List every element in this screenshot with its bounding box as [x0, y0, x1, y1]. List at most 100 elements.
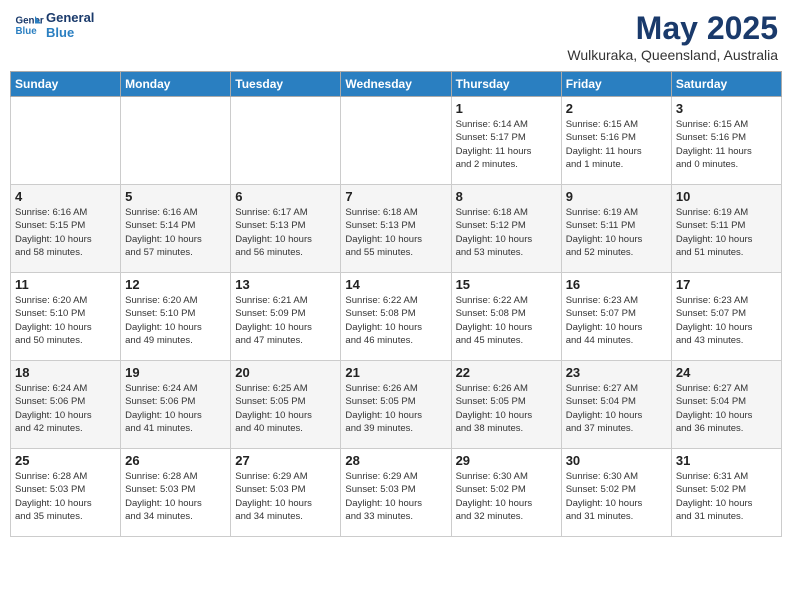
day-info: Sunrise: 6:30 AM Sunset: 5:02 PM Dayligh…: [566, 470, 667, 523]
day-info: Sunrise: 6:23 AM Sunset: 5:07 PM Dayligh…: [676, 294, 777, 347]
col-header-monday: Monday: [121, 72, 231, 97]
day-number: 4: [15, 189, 116, 204]
calendar-title: May 2025: [567, 10, 778, 47]
day-number: 7: [345, 189, 446, 204]
calendar-cell: 19 Sunrise: 6:24 AM Sunset: 5:06 PM Dayli…: [121, 361, 231, 449]
calendar-cell: 1 Sunrise: 6:14 AM Sunset: 5:17 PM Daylig…: [451, 97, 561, 185]
day-info: Sunrise: 6:20 AM Sunset: 5:10 PM Dayligh…: [125, 294, 226, 347]
day-number: 21: [345, 365, 446, 380]
day-info: Sunrise: 6:15 AM Sunset: 5:16 PM Dayligh…: [566, 118, 667, 171]
calendar-cell: [121, 97, 231, 185]
calendar-cell: [341, 97, 451, 185]
day-number: 16: [566, 277, 667, 292]
day-info: Sunrise: 6:24 AM Sunset: 5:06 PM Dayligh…: [125, 382, 226, 435]
day-number: 3: [676, 101, 777, 116]
day-info: Sunrise: 6:21 AM Sunset: 5:09 PM Dayligh…: [235, 294, 336, 347]
calendar-cell: 11 Sunrise: 6:20 AM Sunset: 5:10 PM Dayli…: [11, 273, 121, 361]
day-info: Sunrise: 6:23 AM Sunset: 5:07 PM Dayligh…: [566, 294, 667, 347]
calendar-cell: 25 Sunrise: 6:28 AM Sunset: 5:03 PM Dayli…: [11, 449, 121, 537]
day-number: 10: [676, 189, 777, 204]
calendar-cell: [11, 97, 121, 185]
day-number: 6: [235, 189, 336, 204]
day-number: 31: [676, 453, 777, 468]
calendar-cell: 28 Sunrise: 6:29 AM Sunset: 5:03 PM Dayli…: [341, 449, 451, 537]
day-number: 5: [125, 189, 226, 204]
week-row-1: 1 Sunrise: 6:14 AM Sunset: 5:17 PM Daylig…: [11, 97, 782, 185]
day-info: Sunrise: 6:19 AM Sunset: 5:11 PM Dayligh…: [566, 206, 667, 259]
day-info: Sunrise: 6:22 AM Sunset: 5:08 PM Dayligh…: [456, 294, 557, 347]
calendar-cell: 13Sunrise: 6:21 AM Sunset: 5:09 PM Dayli…: [231, 273, 341, 361]
day-info: Sunrise: 6:31 AM Sunset: 5:02 PM Dayligh…: [676, 470, 777, 523]
calendar-cell: 20 Sunrise: 6:25 AM Sunset: 5:05 PM Dayli…: [231, 361, 341, 449]
page-header: General Blue General Blue May 2025 Wulku…: [10, 10, 782, 63]
col-header-saturday: Saturday: [671, 72, 781, 97]
day-number: 26: [125, 453, 226, 468]
week-row-4: 18 Sunrise: 6:24 AM Sunset: 5:06 PM Dayli…: [11, 361, 782, 449]
day-number: 19: [125, 365, 226, 380]
day-number: 25: [15, 453, 116, 468]
calendar-cell: 17 Sunrise: 6:23 AM Sunset: 5:07 PM Dayli…: [671, 273, 781, 361]
day-info: Sunrise: 6:16 AM Sunset: 5:15 PM Dayligh…: [15, 206, 116, 259]
svg-text:Blue: Blue: [16, 26, 38, 37]
col-header-friday: Friday: [561, 72, 671, 97]
day-info: Sunrise: 6:25 AM Sunset: 5:05 PM Dayligh…: [235, 382, 336, 435]
week-row-5: 25 Sunrise: 6:28 AM Sunset: 5:03 PM Dayli…: [11, 449, 782, 537]
day-info: Sunrise: 6:28 AM Sunset: 5:03 PM Dayligh…: [125, 470, 226, 523]
week-row-2: 4 Sunrise: 6:16 AM Sunset: 5:15 PM Daylig…: [11, 185, 782, 273]
calendar-cell: 2 Sunrise: 6:15 AM Sunset: 5:16 PM Daylig…: [561, 97, 671, 185]
day-number: 20: [235, 365, 336, 380]
day-number: 14: [345, 277, 446, 292]
col-header-wednesday: Wednesday: [341, 72, 451, 97]
day-info: Sunrise: 6:20 AM Sunset: 5:10 PM Dayligh…: [15, 294, 116, 347]
col-header-thursday: Thursday: [451, 72, 561, 97]
day-number: 28: [345, 453, 446, 468]
day-info: Sunrise: 6:24 AM Sunset: 5:06 PM Dayligh…: [15, 382, 116, 435]
day-number: 9: [566, 189, 667, 204]
day-number: 1: [456, 101, 557, 116]
calendar-cell: 21 Sunrise: 6:26 AM Sunset: 5:05 PM Dayli…: [341, 361, 451, 449]
day-info: Sunrise: 6:26 AM Sunset: 5:05 PM Dayligh…: [456, 382, 557, 435]
calendar-cell: 26 Sunrise: 6:28 AM Sunset: 5:03 PM Dayli…: [121, 449, 231, 537]
day-number: 23: [566, 365, 667, 380]
calendar-cell: 4 Sunrise: 6:16 AM Sunset: 5:15 PM Daylig…: [11, 185, 121, 273]
calendar-cell: 7 Sunrise: 6:18 AM Sunset: 5:13 PM Daylig…: [341, 185, 451, 273]
calendar-cell: 6 Sunrise: 6:17 AM Sunset: 5:13 PM Daylig…: [231, 185, 341, 273]
calendar-table: SundayMondayTuesdayWednesdayThursdayFrid…: [10, 71, 782, 537]
logo-general: General: [46, 10, 94, 25]
title-block: May 2025 Wulkuraka, Queensland, Australi…: [567, 10, 778, 63]
calendar-cell: 27 Sunrise: 6:29 AM Sunset: 5:03 PM Dayli…: [231, 449, 341, 537]
calendar-cell: 22 Sunrise: 6:26 AM Sunset: 5:05 PM Dayli…: [451, 361, 561, 449]
day-info: Sunrise: 6:18 AM Sunset: 5:13 PM Dayligh…: [345, 206, 446, 259]
svg-text:General: General: [16, 16, 45, 27]
day-info: Sunrise: 6:29 AM Sunset: 5:03 PM Dayligh…: [235, 470, 336, 523]
day-info: Sunrise: 6:28 AM Sunset: 5:03 PM Dayligh…: [15, 470, 116, 523]
calendar-cell: 31 Sunrise: 6:31 AM Sunset: 5:02 PM Dayli…: [671, 449, 781, 537]
calendar-cell: 18 Sunrise: 6:24 AM Sunset: 5:06 PM Dayli…: [11, 361, 121, 449]
day-info: Sunrise: 6:14 AM Sunset: 5:17 PM Dayligh…: [456, 118, 557, 171]
header-row: SundayMondayTuesdayWednesdayThursdayFrid…: [11, 72, 782, 97]
col-header-sunday: Sunday: [11, 72, 121, 97]
day-info: Sunrise: 6:29 AM Sunset: 5:03 PM Dayligh…: [345, 470, 446, 523]
day-number: 2: [566, 101, 667, 116]
day-info: Sunrise: 6:26 AM Sunset: 5:05 PM Dayligh…: [345, 382, 446, 435]
day-number: 11: [15, 277, 116, 292]
calendar-cell: 8Sunrise: 6:18 AM Sunset: 5:12 PM Daylig…: [451, 185, 561, 273]
day-number: 30: [566, 453, 667, 468]
calendar-cell: 23 Sunrise: 6:27 AM Sunset: 5:04 PM Dayli…: [561, 361, 671, 449]
calendar-cell: 16 Sunrise: 6:23 AM Sunset: 5:07 PM Dayli…: [561, 273, 671, 361]
day-number: 15: [456, 277, 557, 292]
day-info: Sunrise: 6:27 AM Sunset: 5:04 PM Dayligh…: [566, 382, 667, 435]
day-number: 27: [235, 453, 336, 468]
day-number: 18: [15, 365, 116, 380]
calendar-cell: 3 Sunrise: 6:15 AM Sunset: 5:16 PM Daylig…: [671, 97, 781, 185]
day-number: 22: [456, 365, 557, 380]
logo-blue: Blue: [46, 25, 94, 40]
day-info: Sunrise: 6:22 AM Sunset: 5:08 PM Dayligh…: [345, 294, 446, 347]
day-number: 17: [676, 277, 777, 292]
calendar-cell: 29Sunrise: 6:30 AM Sunset: 5:02 PM Dayli…: [451, 449, 561, 537]
calendar-cell: 24Sunrise: 6:27 AM Sunset: 5:04 PM Dayli…: [671, 361, 781, 449]
calendar-cell: 5Sunrise: 6:16 AM Sunset: 5:14 PM Daylig…: [121, 185, 231, 273]
day-info: Sunrise: 6:17 AM Sunset: 5:13 PM Dayligh…: [235, 206, 336, 259]
day-info: Sunrise: 6:15 AM Sunset: 5:16 PM Dayligh…: [676, 118, 777, 171]
calendar-cell: 30 Sunrise: 6:30 AM Sunset: 5:02 PM Dayli…: [561, 449, 671, 537]
